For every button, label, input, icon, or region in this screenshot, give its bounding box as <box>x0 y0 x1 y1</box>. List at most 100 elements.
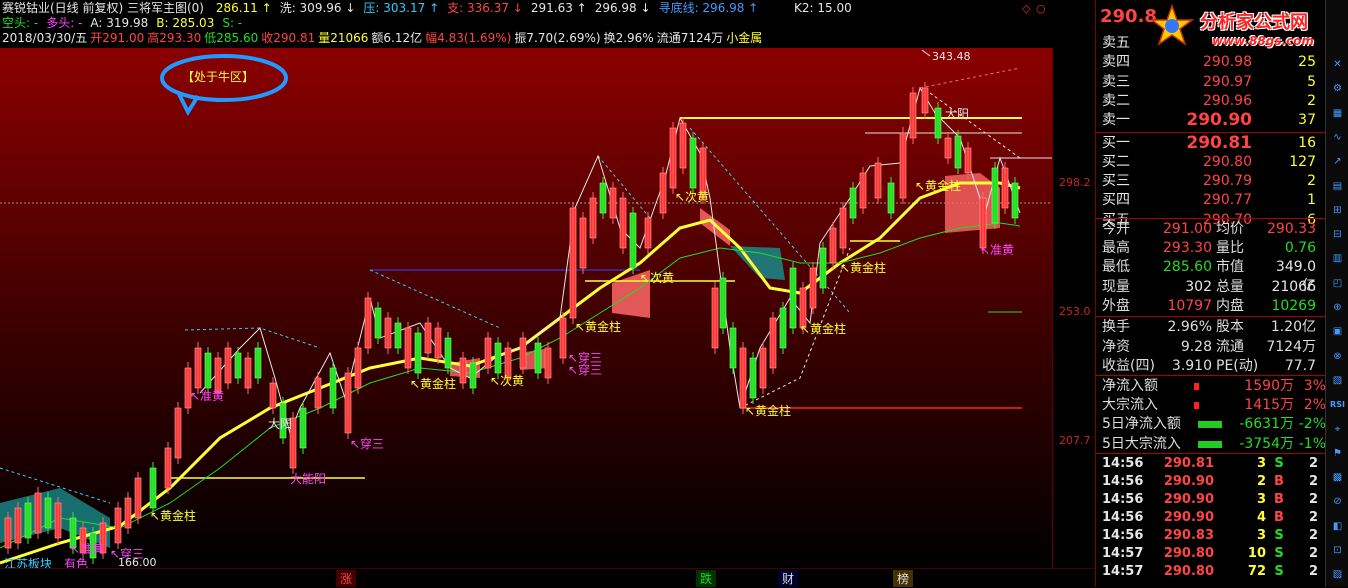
chart-annotation: ↖黄金柱 <box>800 321 846 336</box>
tick-cell: S <box>1274 456 1284 471</box>
bubble-text: 【处于牛区】 <box>182 70 255 84</box>
tab-label: 榜 <box>897 572 910 586</box>
chart-annotation: 大能阳 <box>290 472 326 486</box>
toolbar-button[interactable]: ▨ <box>1328 566 1347 584</box>
tick-cell: 2 <box>1308 474 1318 489</box>
tick-cell: 290.83 <box>1163 528 1214 543</box>
toolbar-button[interactable]: ▧ <box>1328 372 1347 390</box>
tab-bang[interactable]: 榜 <box>893 570 914 587</box>
tab-zhang[interactable]: 涨 <box>336 570 357 587</box>
chart-annotation: ↖准黄 <box>70 542 104 556</box>
tab-die[interactable]: 跌 <box>696 570 717 587</box>
indicator-value: 寻底线: 296.98 ↑ <box>658 1 759 15</box>
indicator-value: 洗: 309.96 ↓ <box>279 1 356 15</box>
quote-cell: 内盘 <box>1216 297 1244 314</box>
ohlc-value: 收290.81 <box>261 31 316 45</box>
flow-percent: -1% <box>1298 435 1326 452</box>
fundamental-cell: 2.96% <box>1167 319 1212 335</box>
quote-cell: 今开 <box>1102 221 1130 237</box>
toolbar-button[interactable]: ∿ <box>1328 129 1347 147</box>
fundamental-cell: 77.7 <box>1284 358 1316 374</box>
quote-cell: 291.00 <box>1163 221 1212 237</box>
toolbar-button[interactable]: ⌖ <box>1328 421 1347 439</box>
candlestick-chart[interactable]: ↖黄金柱 ↖黄金柱 ↖黄金柱 ↖黄金柱 ↖黄金柱 ↖黄金柱 ↖黄金柱 ↖次黄 ↖次黄 ↖次黄 ↖准黄… <box>0 48 1052 568</box>
quote-cell: 10797 <box>1167 297 1212 314</box>
quote-row: 外盘 10797 内盘 10269 <box>1102 297 1322 316</box>
toolbar-button[interactable]: ⊟ <box>1328 226 1347 244</box>
toolbar-button[interactable]: ↗ <box>1328 153 1347 171</box>
tab-label: 财 <box>782 572 795 586</box>
orderbook-row[interactable]: 买一 290.81 16 <box>1102 133 1322 153</box>
orderbook-price: 290.96 <box>1203 92 1252 109</box>
orderbook-row[interactable]: 卖四 290.98 25 <box>1102 53 1322 72</box>
toolbar-button[interactable]: ▤ <box>1328 178 1347 196</box>
tick-cell: 290.90 <box>1163 474 1214 489</box>
orderbook-volume: 127 <box>1289 153 1316 170</box>
flow-row: 大宗流入 1415万 2% <box>1102 396 1326 415</box>
orderbook-row[interactable]: 买二 290.80 127 <box>1102 153 1322 172</box>
orderbook-label: 卖二 <box>1102 92 1130 109</box>
orderbook-label: 卖五 <box>1102 35 1130 51</box>
toolbar-button[interactable]: ⚙ <box>1328 80 1347 98</box>
tick-cell: 290.80 <box>1163 564 1214 579</box>
toolbar-button[interactable]: ◧ <box>1328 518 1347 536</box>
toolbar-button[interactable]: ⊘ <box>1328 493 1347 511</box>
stock-title[interactable]: 赛锐钴业(日线 前复权) 三将军主图(0) <box>2 1 204 15</box>
orderbook-row[interactable]: 卖一 290.90 37 <box>1102 111 1322 130</box>
toolbar-button[interactable]: ✕ <box>1328 56 1347 74</box>
orderbook-volume: 2 <box>1307 92 1316 109</box>
orderbook-price: 290.80 <box>1203 153 1252 170</box>
tick-cell: 3 <box>1256 528 1266 543</box>
toolbar-button[interactable]: ⊗ <box>1328 348 1347 366</box>
header-row-1: 赛锐钴业(日线 前复权) 三将军主图(0) 286.11 ↑ 洗: 309.96 … <box>2 1 774 16</box>
tab-label: 涨 <box>340 572 353 586</box>
axis-label: 298.2 <box>1059 176 1091 189</box>
tick-row: 14:57 290.80 72 S 2 <box>1102 563 1322 581</box>
tab-label: 跌 <box>700 572 713 586</box>
toolbar-button[interactable]: RSI <box>1328 396 1347 414</box>
chart-annotation: 大阳 <box>268 417 292 431</box>
ohlc-value: 高293.30 <box>147 31 202 45</box>
orderbook-volume: 1 <box>1307 192 1316 209</box>
fundamental-cell: 1.20亿 <box>1270 319 1316 335</box>
orderbook-price: 290.79 <box>1203 173 1252 190</box>
tab-cai[interactable]: 财 <box>778 570 799 587</box>
toolbar-button[interactable]: ⚑ <box>1328 445 1347 463</box>
indicator-value: 286.11 ↑ <box>215 1 272 15</box>
quote-cell: 0.76 <box>1284 240 1316 257</box>
toolbar-button[interactable]: ▥ <box>1328 250 1347 268</box>
toolbar-button[interactable]: ⊡ <box>1328 542 1347 560</box>
orderbook-row[interactable]: 买三 290.79 2 <box>1102 172 1322 191</box>
tick-cell: S <box>1274 546 1284 561</box>
close-icon[interactable]: ○ <box>1036 2 1046 15</box>
toolbar-button[interactable]: ▦ <box>1328 105 1347 123</box>
orderbook-row[interactable]: 买四 290.77 1 <box>1102 191 1322 210</box>
diamond-icon[interactable]: ◇ <box>1022 2 1030 15</box>
chart-annotation: ↖黄金柱 <box>840 260 886 275</box>
fundamental-cell: 收益(四) <box>1102 358 1155 374</box>
tick-cell: B <box>1274 492 1284 507</box>
flow-percent: -2% <box>1298 416 1326 433</box>
tick-row: 14:56 290.83 3 S 2 <box>1102 527 1322 545</box>
fundamental-row: 净资 9.28 流通 7124万 <box>1102 338 1322 357</box>
site-logo: 分析家公式网 www.88gs.com <box>1150 4 1345 52</box>
orderbook-row[interactable]: 卖三 290.97 5 <box>1102 73 1322 92</box>
orderbook-label: 买一 <box>1102 134 1130 151</box>
toolbar-button[interactable]: ▣ <box>1328 323 1347 341</box>
toolbar-button[interactable]: ◰ <box>1328 275 1347 293</box>
orderbook-volume: 25 <box>1298 54 1316 71</box>
orderbook-row[interactable]: 卖二 290.96 2 <box>1102 92 1322 111</box>
indicator-value: 支: 336.37 ↓ <box>447 1 523 15</box>
tick-cell: B <box>1274 510 1284 525</box>
tick-row: 14:56 290.90 4 B 2 <box>1102 509 1322 527</box>
toolbar-button[interactable]: ⊞ <box>1328 202 1347 220</box>
tick-cell: 290.90 <box>1163 510 1214 525</box>
orderbook-volume: 2 <box>1307 173 1316 190</box>
header-row-3: 2018/03/30/五 开291.00 高293.30 低285.60 收290.81… <box>2 31 765 46</box>
orderbook-label: 买三 <box>1102 173 1130 190</box>
chart-annotation: ↖黄金柱 <box>410 376 456 391</box>
quote-cell: 302 <box>1185 278 1212 295</box>
chart-annotation: ↖黄金柱 <box>575 319 621 334</box>
toolbar-button[interactable]: ⊕ <box>1328 299 1347 317</box>
toolbar-button[interactable]: ▩ <box>1328 469 1347 487</box>
